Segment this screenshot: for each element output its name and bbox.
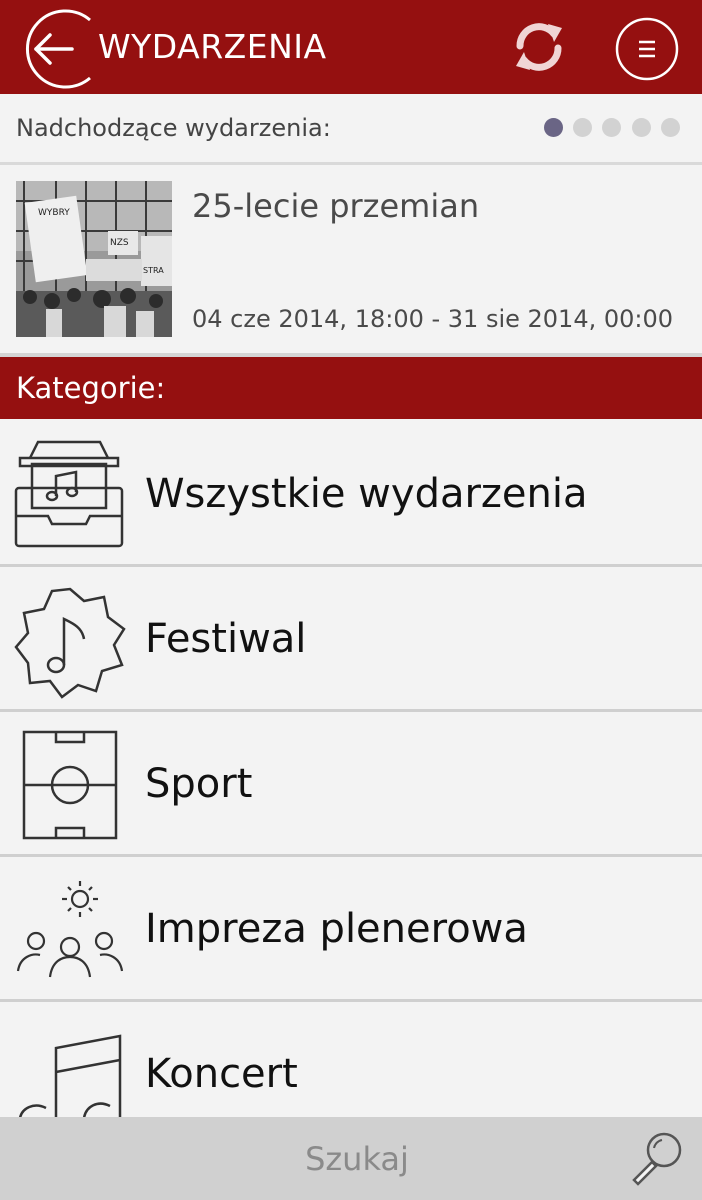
pager-dot[interactable]	[661, 118, 680, 137]
banner-text: WYBRY	[38, 208, 70, 218]
pager-dot[interactable]	[573, 118, 592, 137]
upcoming-label: Nadchodzące wydarzenia:	[16, 114, 331, 142]
upcoming-bar: Nadchodzące wydarzenia:	[0, 94, 702, 165]
football-pitch-icon	[12, 728, 128, 844]
app-header: WYDARZENIA	[0, 0, 702, 94]
event-date: 04 cze 2014, 18:00 - 31 sie 2014, 00:00	[192, 305, 674, 333]
category-label: Festiwal	[145, 616, 307, 662]
search-icon	[632, 1132, 682, 1186]
category-concert[interactable]: Koncert	[0, 1002, 702, 1117]
music-note-icon	[12, 1018, 128, 1117]
category-festival[interactable]: Festiwal	[0, 567, 702, 712]
category-label: Koncert	[145, 1051, 298, 1097]
search-button[interactable]	[628, 1128, 688, 1188]
refresh-button[interactable]	[510, 18, 568, 76]
event-thumbnail: WYBRY NZS STRA	[16, 181, 172, 337]
categories-label: Kategorie:	[16, 371, 166, 405]
banner-text: NZS	[110, 238, 129, 248]
banner-text: STRA	[143, 266, 164, 275]
category-label: Wszystkie wydarzenia	[145, 471, 588, 517]
categories-header: Kategorie:	[0, 357, 702, 419]
search-input[interactable]	[120, 1135, 594, 1183]
event-title: 25-lecie przemian	[192, 187, 480, 225]
pager-dot-active[interactable]	[544, 118, 563, 137]
search-bar	[0, 1117, 702, 1200]
category-sport[interactable]: Sport	[0, 712, 702, 857]
category-label: Sport	[145, 761, 253, 807]
back-button[interactable]	[10, 6, 96, 92]
arrow-left-icon	[25, 9, 91, 89]
music-badge-icon	[12, 583, 128, 699]
outdoor-people-icon	[12, 873, 128, 989]
category-all-events[interactable]: Wszystkie wydarzenia	[0, 422, 702, 567]
menu-button[interactable]	[614, 16, 680, 82]
pager-dot[interactable]	[602, 118, 621, 137]
music-inbox-icon	[12, 438, 128, 554]
category-label: Impreza plenerowa	[145, 906, 528, 952]
menu-icon	[615, 17, 679, 81]
page-title: WYDARZENIA	[98, 27, 327, 66]
category-outdoor-event[interactable]: Impreza plenerowa	[0, 857, 702, 1002]
refresh-icon	[516, 23, 562, 71]
pager-dot[interactable]	[632, 118, 651, 137]
event-card[interactable]: WYBRY NZS STRA 25-lecie przemian 04 cze …	[0, 165, 702, 357]
